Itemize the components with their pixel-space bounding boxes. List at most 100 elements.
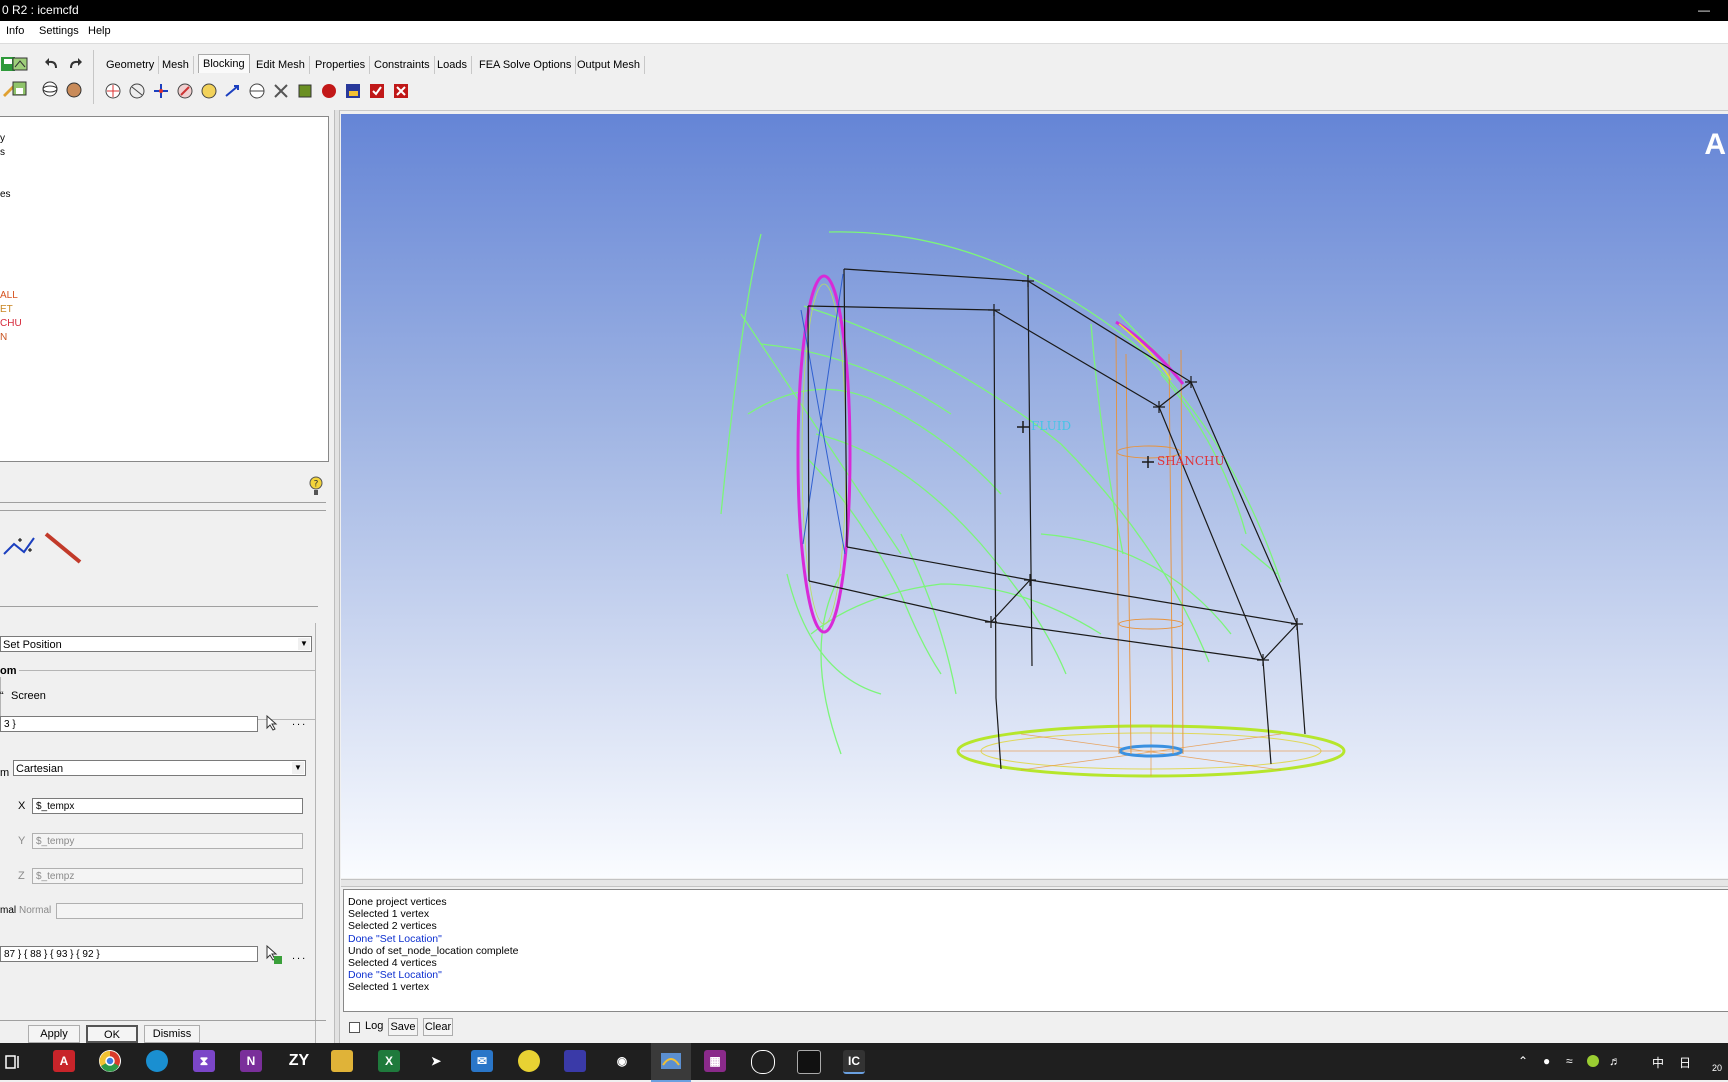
cursor-app-icon[interactable]: ➤ — [425, 1050, 447, 1072]
graphics-viewport[interactable]: A FLUID SHANCHU — [341, 114, 1728, 878]
pre-mesh-params-icon[interactable] — [296, 82, 314, 100]
clear-log-button[interactable]: Clear — [423, 1018, 453, 1036]
tab-blocking[interactable]: Blocking — [198, 54, 250, 73]
tab-edit-mesh[interactable]: Edit Mesh — [252, 56, 310, 74]
block-checks-icon[interactable] — [368, 82, 386, 100]
tree-part-chu[interactable]: CHU — [0, 318, 22, 329]
minimize-button[interactable]: — — [1698, 0, 1710, 21]
pre-mesh-smooth-icon[interactable] — [344, 82, 362, 100]
tab-geometry[interactable]: Geometry — [102, 56, 160, 74]
monitor-app-icon[interactable] — [751, 1050, 775, 1074]
log-label: Log — [365, 1020, 384, 1032]
panel-splitter[interactable] — [334, 110, 340, 1043]
microphone-icon[interactable]: ● — [1543, 1054, 1550, 1068]
tree-part-et[interactable]: ET — [0, 304, 13, 315]
ime-indicator[interactable]: 中 — [1652, 1054, 1664, 1071]
left-panel: y s es ALL ET CHU N ? Set Position ▼ om … — [0, 110, 336, 1053]
message-line: Selected 1 vertex — [348, 981, 430, 994]
help-icon[interactable]: ? — [308, 476, 324, 496]
vertices-input[interactable]: 87 } { 88 } { 93 } { 92 } — [0, 946, 258, 962]
icem-taskbar-icon[interactable] — [651, 1043, 691, 1082]
sphere-icon[interactable] — [41, 80, 59, 98]
mail-icon[interactable]: ✉ — [471, 1050, 493, 1072]
tree-item[interactable]: y — [0, 133, 5, 144]
menu-info[interactable]: Info — [6, 25, 24, 37]
split-block-icon[interactable] — [128, 82, 146, 100]
transform-blocks-icon[interactable] — [248, 82, 266, 100]
delete-block-icon[interactable] — [392, 82, 410, 100]
excel-icon[interactable]: X — [378, 1050, 400, 1072]
clock[interactable]: 20 — [1712, 1063, 1722, 1073]
tree-part-all[interactable]: ALL — [0, 290, 18, 301]
tree-item[interactable]: s — [0, 147, 5, 158]
tab-output-mesh[interactable]: Output Mesh — [573, 56, 645, 74]
tab-properties[interactable]: Properties — [311, 56, 371, 74]
tree-item[interactable]: es — [0, 189, 11, 200]
zy-icon[interactable]: ZY — [284, 1050, 314, 1072]
title-bar: 0 R2 : icemcfd — — [0, 0, 1728, 21]
select-vertices-cursor-icon[interactable] — [264, 944, 286, 966]
app-icon[interactable]: A — [53, 1050, 75, 1072]
volume-icon[interactable]: ♬ — [1609, 1054, 1621, 1068]
message-window: Done project vertices Selected 1 vertex Se… — [343, 889, 1728, 1012]
pre-mesh-quality-icon[interactable] — [320, 82, 338, 100]
message-line: Selected 2 vertices — [348, 920, 437, 933]
icemcfd-app-icon[interactable]: IC — [843, 1050, 865, 1074]
viewport-splitter[interactable] — [341, 879, 1728, 887]
tree-part-n[interactable]: N — [0, 332, 7, 343]
elbow-pipe-wireframe[interactable]: FLUID SHANCHU — [341, 114, 1728, 878]
save-project-icon[interactable] — [11, 80, 29, 98]
visual-studio-icon[interactable]: ⧗ — [193, 1050, 215, 1072]
calendar-icon[interactable]: 日 — [1679, 1054, 1691, 1071]
message-line: Selected 1 vertex — [348, 908, 430, 921]
log-checkbox[interactable] — [349, 1022, 360, 1033]
edge-icon[interactable] — [146, 1050, 168, 1072]
apply-button[interactable]: Apply — [28, 1025, 80, 1043]
message-line: Done "Set Location" — [348, 969, 442, 982]
move-vertex-tools-icon[interactable] — [0, 528, 90, 564]
wechat-icon[interactable]: ◉ — [611, 1050, 633, 1072]
open-geometry-icon[interactable] — [11, 55, 29, 73]
tab-mesh[interactable]: Mesh — [158, 56, 194, 74]
chart-app-icon[interactable] — [564, 1050, 586, 1072]
dismiss-button[interactable]: Dismiss — [144, 1025, 200, 1043]
redo-icon[interactable] — [66, 55, 84, 73]
create-block-icon[interactable] — [104, 82, 122, 100]
associate-icon[interactable] — [200, 82, 218, 100]
edit-edge-icon[interactable] — [272, 82, 290, 100]
message-line: Done "Set Location" — [348, 932, 442, 945]
tab-constraints[interactable]: Constraints — [370, 56, 435, 74]
taskbar: A ⧗ N ZY X ➤ ✉ ◉ ▦ IC ⌃ ● ≈ ♬ 中 日 20 — [0, 1043, 1728, 1082]
merge-vertices-icon[interactable] — [152, 82, 170, 100]
more-button[interactable]: ... — [292, 950, 307, 962]
panel-divider — [0, 606, 318, 607]
terminal-icon[interactable] — [797, 1050, 821, 1074]
ball-app-icon[interactable] — [518, 1050, 540, 1072]
tab-fea-solve-options[interactable]: FEA Solve Options — [475, 56, 577, 74]
folder-icon[interactable] — [331, 1050, 353, 1072]
window-title: 0 R2 : icemcfd — [2, 3, 79, 17]
toolbar-separator — [93, 50, 94, 104]
menu-settings[interactable]: Settings — [39, 25, 79, 37]
chrome-icon[interactable] — [99, 1050, 121, 1072]
solid-icon[interactable] — [65, 80, 83, 98]
message-line: Selected 4 vertices — [348, 957, 437, 969]
toolbar: Geometry Mesh Blocking Edit Mesh Propert… — [0, 44, 1728, 111]
svg-text:?: ? — [314, 480, 319, 490]
panel-divider — [0, 502, 326, 503]
chevron-up-icon[interactable]: ⌃ — [1518, 1054, 1528, 1068]
menu-help[interactable]: Help — [88, 25, 111, 37]
status-icon[interactable] — [1587, 1055, 1599, 1067]
network-icon[interactable]: ≈ — [1566, 1054, 1573, 1068]
undo-icon[interactable] — [43, 55, 61, 73]
onenote-icon[interactable]: N — [240, 1050, 262, 1072]
ok-button[interactable]: OK — [86, 1025, 138, 1043]
archive-icon[interactable]: ▦ — [704, 1050, 726, 1072]
edit-block-icon[interactable] — [176, 82, 194, 100]
menu-bar: Info Settings Help — [0, 21, 1728, 44]
tab-loads[interactable]: Loads — [433, 56, 472, 74]
task-view-icon[interactable] — [4, 1053, 22, 1071]
save-log-button[interactable]: Save — [388, 1018, 418, 1036]
move-vertex-icon[interactable] — [224, 82, 242, 100]
message-line: Done project vertices — [348, 896, 447, 908]
